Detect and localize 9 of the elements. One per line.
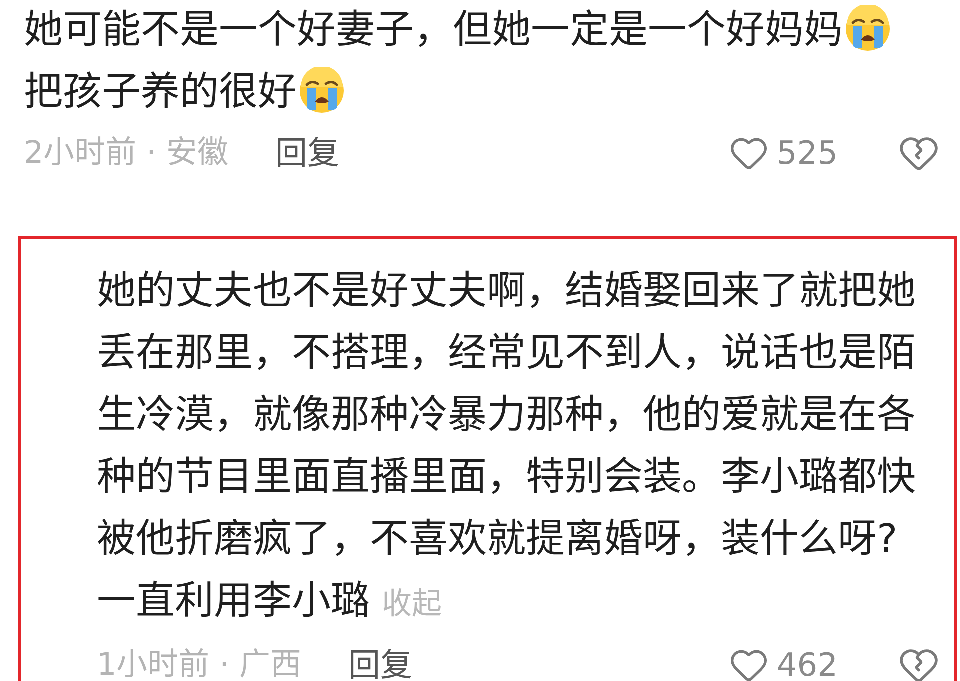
comment-text: 她可能不是一个好妻子，但她一定是一个好妈妈 [24,8,843,53]
like-count: 525 [776,134,838,172]
comment-text: 把孩子养的很好 [24,70,297,115]
like-count: 462 [776,646,838,681]
comment-text: 她的丈夫也不是好丈夫啊，结婚娶回来了就把她丢在那里，不搭理，经常见不到人，说话也是陌生冷漠，就像那种冷暴力那种，他的爱就是在各种的节目里面直播里面，特别会装。李小璐都快被他折磨疯了，不喜欢就提离婚呀，装什么呀?一直利用李小璐 收起 [97,269,916,624]
reply-link[interactable]: 回复 [275,134,340,172]
reply-link[interactable]: 回复 [348,646,412,681]
time-location: 2小时前 · 安徽 [24,134,228,172]
time-location: 1小时前 · 广西 [97,646,302,681]
